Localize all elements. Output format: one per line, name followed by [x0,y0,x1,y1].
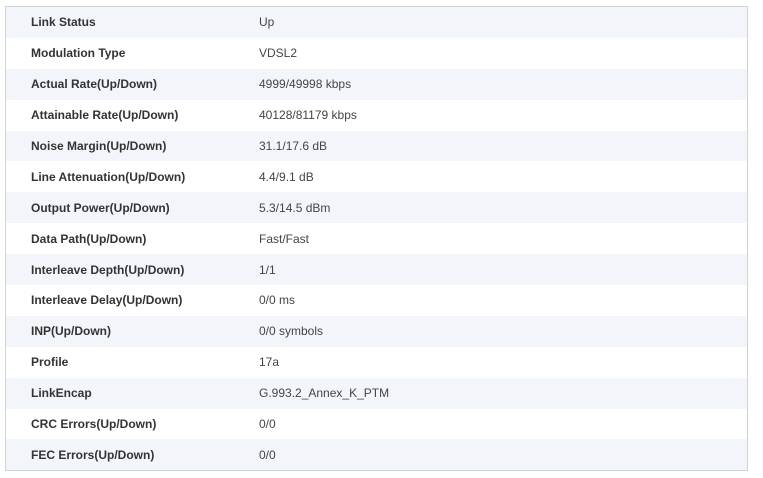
row-value-line-attenuation: 4.4/9.1 dB [259,169,314,184]
row-value-actual-rate: 4999/49998 kbps [259,77,352,92]
table-row: CRC Errors(Up/Down) 0/0 [6,408,747,440]
table-row: Interleave Delay(Up/Down) 0/0 ms [6,285,747,316]
row-value-link-status: Up [259,15,275,30]
row-value-attainable-rate: 40128/81179 kbps [259,108,357,123]
row-value-inp: 0/0 symbols [259,324,324,339]
table-row: Output Power(Up/Down) 5.3/14.5 dBm [6,192,747,224]
row-label-noise-margin: Noise Margin(Up/Down) [31,139,167,153]
table-row: Attainable Rate(Up/Down) 40128/81179 kbp… [6,99,747,131]
table-row: Line Attenuation(Up/Down) 4.4/9.1 dB [6,161,747,193]
row-label-link-status: Link Status [31,15,96,30]
row-label-interleave-delay: Interleave Delay(Up/Down) [31,293,183,308]
row-value-interleave-depth: 1/1 [259,262,276,277]
row-value-link-encap: G.993.2_Annex_K_PTM [259,386,390,401]
row-value-noise-margin: 31.1/17.6 dB [259,139,328,153]
table-row: FEC Errors(Up/Down) 0/0 [6,439,747,471]
row-label-link-encap: LinkEncap [31,386,92,401]
row-value-output-power: 5.3/14.5 dBm [259,200,331,215]
table-row: Modulation Type VDSL2 [6,37,747,69]
row-value-interleave-delay: 0/0 ms [259,293,296,308]
row-label-inp: INP(Up/Down) [31,324,111,339]
table-row: LinkEncap G.993.2_Annex_K_PTM [6,377,747,409]
row-value-fec-errors: 0/0 [259,447,276,462]
table-row: Actual Rate(Up/Down) 4999/49998 kbps [6,68,747,100]
table-row: Data Path(Up/Down) Fast/Fast [6,223,747,255]
row-label-data-path: Data Path(Up/Down) [31,231,147,246]
row-value-data-path: Fast/Fast [259,231,310,246]
row-label-profile: Profile [31,355,69,370]
row-value-profile: 17a [259,355,280,370]
dsl-status-table: Link Status Up Modulation Type VDSL2 Act… [6,7,747,471]
row-label-line-attenuation: Line Attenuation(Up/Down) [31,169,186,184]
row-label-actual-rate: Actual Rate(Up/Down) [31,77,157,92]
row-label-attainable-rate: Attainable Rate(Up/Down) [31,108,179,123]
row-label-interleave-depth: Interleave Depth(Up/Down) [31,262,185,277]
table-row: Link Status Up [6,7,747,38]
table-row: Interleave Depth(Up/Down) 1/1 [6,254,747,286]
row-label-crc-errors: CRC Errors(Up/Down) [31,417,157,432]
dsl-status-panel: Link Status Up Modulation Type VDSL2 Act… [5,6,748,472]
row-label-modulation-type: Modulation Type [31,46,126,61]
table-row: Profile 17a [6,346,747,378]
row-label-fec-errors: FEC Errors(Up/Down) [31,447,155,462]
row-label-output-power: Output Power(Up/Down) [31,200,170,215]
row-value-modulation-type: VDSL2 [259,46,298,61]
table-row: INP(Up/Down) 0/0 symbols [6,315,747,347]
row-value-crc-errors: 0/0 [259,417,276,432]
table-row: Noise Margin(Up/Down) 31.1/17.6 dB [6,130,747,162]
